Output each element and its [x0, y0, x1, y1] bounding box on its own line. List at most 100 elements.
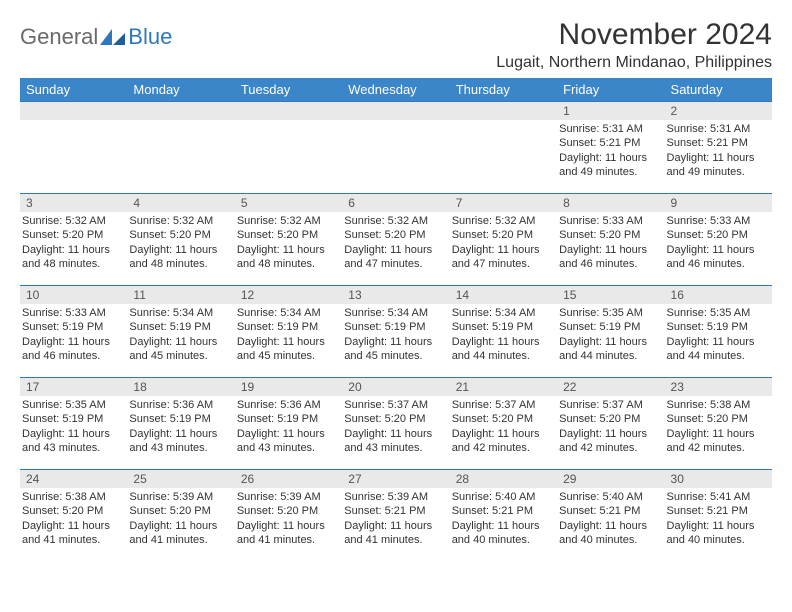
sunrise-text: Sunrise: 5:34 AM: [129, 306, 230, 320]
sunset-text: Sunset: 5:20 PM: [344, 412, 445, 426]
brand-logo: General Blue: [20, 18, 172, 50]
daylight-text: Daylight: 11 hours and 45 minutes.: [129, 335, 230, 364]
day-body: Sunrise: 5:32 AMSunset: 5:20 PMDaylight:…: [20, 212, 127, 273]
day-body: Sunrise: 5:33 AMSunset: 5:20 PMDaylight:…: [557, 212, 664, 273]
daylight-text: Daylight: 11 hours and 45 minutes.: [237, 335, 338, 364]
calendar-day-cell: 1Sunrise: 5:31 AMSunset: 5:21 PMDaylight…: [557, 102, 664, 194]
sunrise-text: Sunrise: 5:34 AM: [344, 306, 445, 320]
daylight-text: Daylight: 11 hours and 41 minutes.: [344, 519, 445, 548]
calendar-day-cell: 3Sunrise: 5:32 AMSunset: 5:20 PMDaylight…: [20, 194, 127, 286]
sunset-text: Sunset: 5:20 PM: [22, 228, 123, 242]
day-number: 18: [127, 378, 234, 396]
sunset-text: Sunset: 5:19 PM: [22, 320, 123, 334]
day-number: 9: [665, 194, 772, 212]
day-body: Sunrise: 5:39 AMSunset: 5:21 PMDaylight:…: [342, 488, 449, 549]
calendar-day-cell: 20Sunrise: 5:37 AMSunset: 5:20 PMDayligh…: [342, 378, 449, 470]
day-number: 3: [20, 194, 127, 212]
sunrise-text: Sunrise: 5:34 AM: [237, 306, 338, 320]
daylight-text: Daylight: 11 hours and 45 minutes.: [344, 335, 445, 364]
sunset-text: Sunset: 5:20 PM: [667, 228, 768, 242]
day-number: 26: [235, 470, 342, 488]
month-title: November 2024: [496, 18, 772, 52]
sunset-text: Sunset: 5:20 PM: [559, 228, 660, 242]
day-body: Sunrise: 5:31 AMSunset: 5:21 PMDaylight:…: [557, 120, 664, 181]
calendar-day-cell: 22Sunrise: 5:37 AMSunset: 5:20 PMDayligh…: [557, 378, 664, 470]
calendar-day-cell: 17Sunrise: 5:35 AMSunset: 5:19 PMDayligh…: [20, 378, 127, 470]
calendar-day-cell: [235, 102, 342, 194]
calendar-day-cell: 21Sunrise: 5:37 AMSunset: 5:20 PMDayligh…: [450, 378, 557, 470]
daylight-text: Daylight: 11 hours and 40 minutes.: [667, 519, 768, 548]
sunrise-text: Sunrise: 5:32 AM: [237, 214, 338, 228]
daylight-text: Daylight: 11 hours and 47 minutes.: [452, 243, 553, 272]
day-number: 30: [665, 470, 772, 488]
day-body: Sunrise: 5:34 AMSunset: 5:19 PMDaylight:…: [127, 304, 234, 365]
sunset-text: Sunset: 5:20 PM: [22, 504, 123, 518]
brand-sail-icon: [100, 27, 126, 47]
daylight-text: Daylight: 11 hours and 44 minutes.: [452, 335, 553, 364]
day-body: [127, 120, 234, 180]
sunrise-text: Sunrise: 5:33 AM: [22, 306, 123, 320]
daylight-text: Daylight: 11 hours and 44 minutes.: [559, 335, 660, 364]
calendar-day-cell: 26Sunrise: 5:39 AMSunset: 5:20 PMDayligh…: [235, 470, 342, 562]
day-body: Sunrise: 5:34 AMSunset: 5:19 PMDaylight:…: [235, 304, 342, 365]
sunset-text: Sunset: 5:20 PM: [344, 228, 445, 242]
day-body: Sunrise: 5:32 AMSunset: 5:20 PMDaylight:…: [342, 212, 449, 273]
calendar-day-cell: 4Sunrise: 5:32 AMSunset: 5:20 PMDaylight…: [127, 194, 234, 286]
sunset-text: Sunset: 5:20 PM: [452, 228, 553, 242]
sunrise-text: Sunrise: 5:39 AM: [237, 490, 338, 504]
day-body: Sunrise: 5:34 AMSunset: 5:19 PMDaylight:…: [342, 304, 449, 365]
daylight-text: Daylight: 11 hours and 41 minutes.: [22, 519, 123, 548]
sunset-text: Sunset: 5:19 PM: [452, 320, 553, 334]
daylight-text: Daylight: 11 hours and 40 minutes.: [559, 519, 660, 548]
sunset-text: Sunset: 5:20 PM: [129, 504, 230, 518]
day-number: [235, 102, 342, 120]
calendar-week-row: 3Sunrise: 5:32 AMSunset: 5:20 PMDaylight…: [20, 194, 772, 286]
sunrise-text: Sunrise: 5:37 AM: [344, 398, 445, 412]
day-number: 17: [20, 378, 127, 396]
day-body: Sunrise: 5:38 AMSunset: 5:20 PMDaylight:…: [20, 488, 127, 549]
day-number: [450, 102, 557, 120]
sunrise-text: Sunrise: 5:41 AM: [667, 490, 768, 504]
calendar-day-cell: 23Sunrise: 5:38 AMSunset: 5:20 PMDayligh…: [665, 378, 772, 470]
day-body: Sunrise: 5:35 AMSunset: 5:19 PMDaylight:…: [20, 396, 127, 457]
calendar-day-cell: 24Sunrise: 5:38 AMSunset: 5:20 PMDayligh…: [20, 470, 127, 562]
sunrise-text: Sunrise: 5:38 AM: [667, 398, 768, 412]
sunrise-text: Sunrise: 5:33 AM: [667, 214, 768, 228]
calendar-day-cell: 10Sunrise: 5:33 AMSunset: 5:19 PMDayligh…: [20, 286, 127, 378]
header: General Blue November 2024 Lugait, North…: [20, 18, 772, 72]
calendar-day-cell: 14Sunrise: 5:34 AMSunset: 5:19 PMDayligh…: [450, 286, 557, 378]
day-number: 22: [557, 378, 664, 396]
daylight-text: Daylight: 11 hours and 46 minutes.: [22, 335, 123, 364]
daylight-text: Daylight: 11 hours and 43 minutes.: [344, 427, 445, 456]
sunset-text: Sunset: 5:20 PM: [667, 412, 768, 426]
sunset-text: Sunset: 5:21 PM: [559, 504, 660, 518]
daylight-text: Daylight: 11 hours and 47 minutes.: [344, 243, 445, 272]
calendar-day-cell: 19Sunrise: 5:36 AMSunset: 5:19 PMDayligh…: [235, 378, 342, 470]
day-body: Sunrise: 5:32 AMSunset: 5:20 PMDaylight:…: [127, 212, 234, 273]
calendar-day-cell: 30Sunrise: 5:41 AMSunset: 5:21 PMDayligh…: [665, 470, 772, 562]
day-number: 21: [450, 378, 557, 396]
day-number: 25: [127, 470, 234, 488]
calendar-day-cell: 2Sunrise: 5:31 AMSunset: 5:21 PMDaylight…: [665, 102, 772, 194]
calendar-day-cell: 7Sunrise: 5:32 AMSunset: 5:20 PMDaylight…: [450, 194, 557, 286]
calendar-day-cell: 9Sunrise: 5:33 AMSunset: 5:20 PMDaylight…: [665, 194, 772, 286]
sunset-text: Sunset: 5:21 PM: [559, 136, 660, 150]
sunset-text: Sunset: 5:20 PM: [237, 228, 338, 242]
day-body: Sunrise: 5:39 AMSunset: 5:20 PMDaylight:…: [235, 488, 342, 549]
calendar-day-cell: 8Sunrise: 5:33 AMSunset: 5:20 PMDaylight…: [557, 194, 664, 286]
day-body: [342, 120, 449, 180]
calendar-table: Sunday Monday Tuesday Wednesday Thursday…: [20, 78, 772, 562]
daylight-text: Daylight: 11 hours and 48 minutes.: [237, 243, 338, 272]
day-body: [450, 120, 557, 180]
sunset-text: Sunset: 5:21 PM: [667, 136, 768, 150]
sunrise-text: Sunrise: 5:32 AM: [22, 214, 123, 228]
day-body: Sunrise: 5:32 AMSunset: 5:20 PMDaylight:…: [235, 212, 342, 273]
sunrise-text: Sunrise: 5:32 AM: [344, 214, 445, 228]
calendar-day-cell: 18Sunrise: 5:36 AMSunset: 5:19 PMDayligh…: [127, 378, 234, 470]
day-body: Sunrise: 5:40 AMSunset: 5:21 PMDaylight:…: [557, 488, 664, 549]
day-body: [20, 120, 127, 180]
sunrise-text: Sunrise: 5:35 AM: [667, 306, 768, 320]
title-block: November 2024 Lugait, Northern Mindanao,…: [496, 18, 772, 72]
day-number: [20, 102, 127, 120]
day-number: 1: [557, 102, 664, 120]
